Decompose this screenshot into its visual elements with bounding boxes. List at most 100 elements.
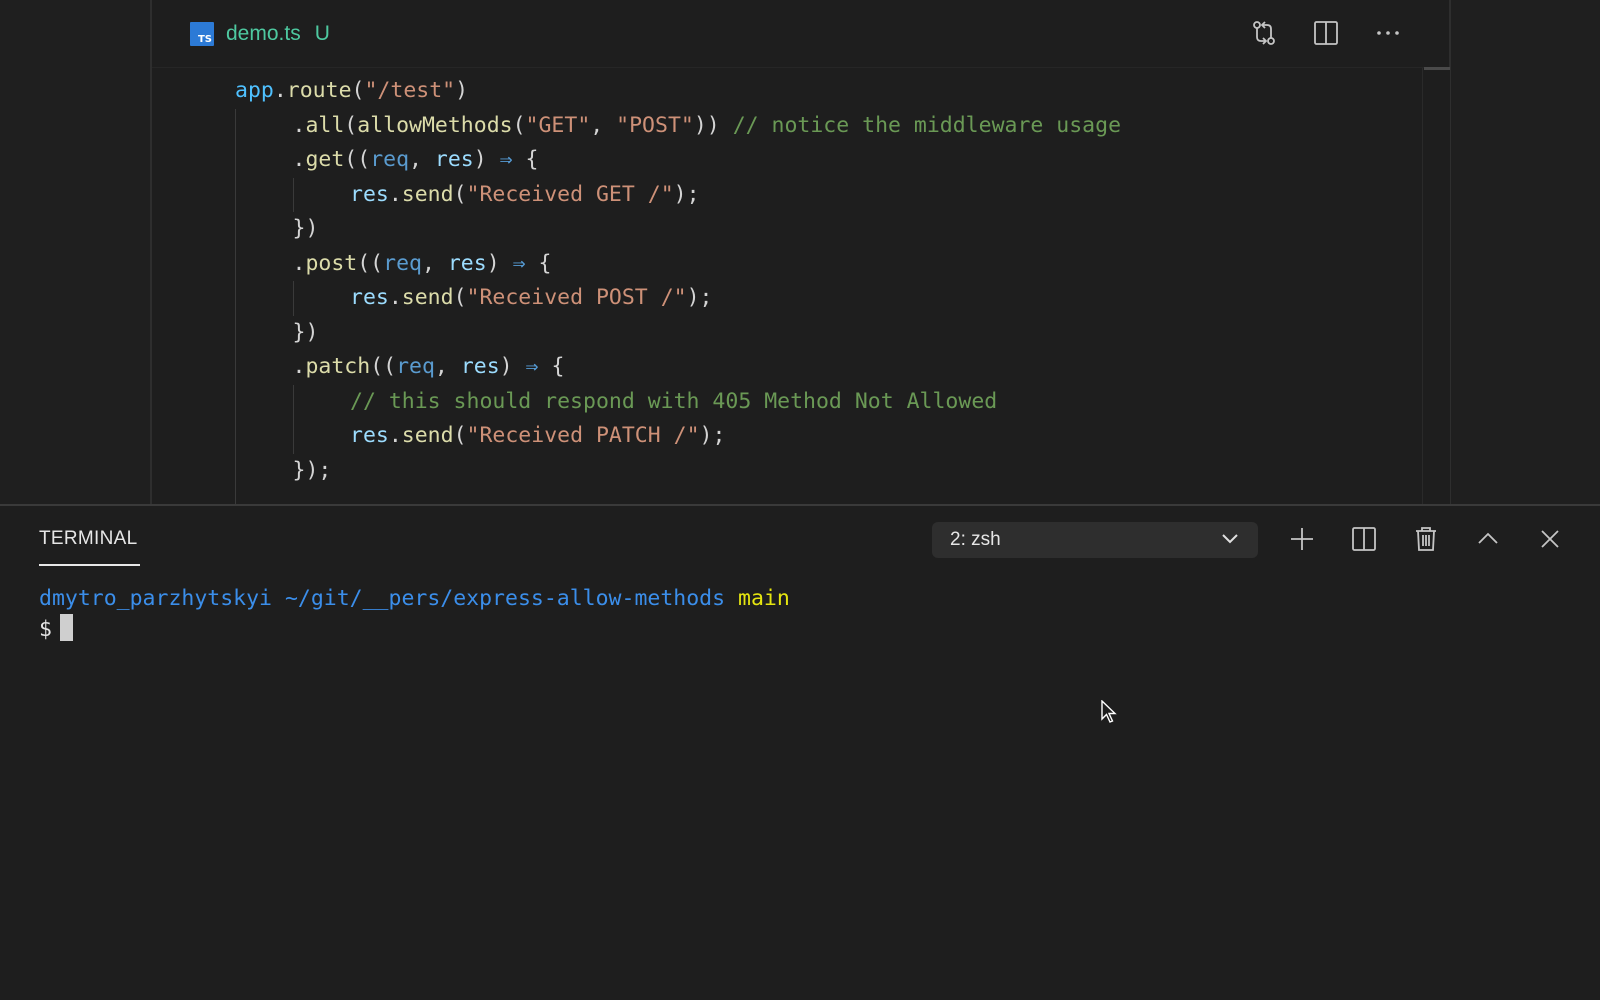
code-line: res.send("Received POST /"); <box>350 281 712 316</box>
chevron-down-icon <box>1220 528 1240 552</box>
code-token: res <box>350 285 389 310</box>
code-token: res <box>350 181 389 207</box>
mouse-pointer-icon <box>1101 699 1117 728</box>
code-token: }); <box>292 457 332 483</box>
code-token: ) <box>455 78 469 103</box>
code-line: .patch((req, res) ⇒ { <box>293 350 565 385</box>
code-token: ( <box>351 78 365 103</box>
code-token: }) <box>292 319 319 345</box>
terminal-select-value: 2: zsh <box>950 529 1001 550</box>
code-token: res <box>434 147 474 172</box>
code-token: )) <box>693 112 733 138</box>
code-token: "POST" <box>616 112 694 138</box>
code-token: { <box>525 250 552 276</box>
code-token: { <box>538 354 565 379</box>
code-token: ( <box>344 112 358 138</box>
code-line: }); <box>293 454 332 489</box>
code-line: app.route("/test") <box>235 74 468 109</box>
tab-git-status: U <box>314 22 330 45</box>
code-token: ( <box>512 112 526 138</box>
code-token: . <box>292 112 306 138</box>
terminal-output[interactable]: dmytro_parzhytskyi ~/git/__pers/express-… <box>39 584 790 645</box>
code-token: "Received PATCH /" <box>466 423 700 448</box>
terminal-path: ~/git/__pers/express-allow-methods <box>284 586 726 611</box>
code-line: res.send("Received GET /"); <box>350 178 700 213</box>
code-line: .post((req, res) ⇒ { <box>293 247 552 282</box>
tab-filename: demo.ts <box>226 22 301 45</box>
code-line: .all(allowMethods("GET", "POST")) // not… <box>293 109 1122 144</box>
code-token: req <box>383 250 422 276</box>
scrollbar-thumb[interactable] <box>1424 67 1450 70</box>
code-token: ); <box>699 423 726 448</box>
right-pane <box>1449 0 1600 504</box>
code-token: patch <box>305 354 371 379</box>
code-token: . <box>388 181 402 207</box>
code-token: , <box>421 250 448 276</box>
code-token: (( <box>370 354 397 379</box>
code-token: ) <box>473 147 500 172</box>
code-token: . <box>292 147 306 172</box>
close-panel-icon[interactable] <box>1535 524 1565 554</box>
more-actions-icon[interactable] <box>1373 18 1403 48</box>
code-token: // this should respond with 405 Method N… <box>350 388 998 414</box>
code-token: ⇒ <box>525 354 539 379</box>
code-token: "Received GET /" <box>466 181 674 207</box>
indent-guide <box>235 108 236 504</box>
code-token: (( <box>344 147 371 172</box>
code-token: res <box>447 250 487 276</box>
code-token: . <box>273 78 287 103</box>
code-token: }) <box>292 216 319 241</box>
split-terminal-icon[interactable] <box>1349 524 1379 554</box>
code-token: ) <box>486 250 513 276</box>
code-token: route <box>286 78 352 103</box>
code-line: // this should respond with 405 Method N… <box>350 385 997 420</box>
code-line: }) <box>293 212 319 247</box>
active-tab-indicator <box>39 564 140 566</box>
code-token: allowMethods <box>357 112 513 138</box>
code-token: req <box>370 147 410 172</box>
code-token: ) <box>499 354 526 379</box>
code-token: ⇒ <box>499 147 513 172</box>
code-token: get <box>305 147 345 172</box>
editor-scrollbar[interactable] <box>1422 68 1450 504</box>
code-token: send <box>401 181 454 207</box>
editor-tab-demo-ts[interactable]: TS demo.ts U <box>190 18 330 50</box>
new-terminal-icon[interactable] <box>1287 524 1317 554</box>
panel-actions <box>1287 524 1565 554</box>
terminal-select[interactable]: 2: zsh <box>932 522 1258 558</box>
terminal-branch: main <box>738 586 790 611</box>
code-token: ); <box>673 181 700 207</box>
code-token: all <box>305 112 345 138</box>
code-token: send <box>401 423 454 448</box>
maximize-panel-icon[interactable] <box>1473 524 1503 554</box>
typescript-file-icon: TS <box>190 22 214 46</box>
code-line: res.send("Received PATCH /"); <box>350 419 725 454</box>
code-token: , <box>434 354 461 379</box>
open-changes-icon[interactable] <box>1249 18 1279 48</box>
code-token: "GET" <box>525 112 591 138</box>
code-token: app <box>235 78 274 103</box>
terminal-user: dmytro_parzhytskyi <box>39 586 272 611</box>
code-token: send <box>401 285 454 310</box>
code-line: }) <box>293 316 319 351</box>
code-token: post <box>305 250 358 276</box>
terminal-prompt: $ <box>39 617 52 642</box>
code-token: . <box>388 423 402 448</box>
kill-terminal-icon[interactable] <box>1411 524 1441 554</box>
code-editor[interactable]: app.route("/test") .all(allowMethods("GET… <box>152 68 1422 504</box>
code-token: , <box>409 147 435 172</box>
code-token: . <box>292 354 306 379</box>
indent-guide <box>292 384 294 454</box>
terminal-panel: TERMINAL 2: zsh dmytro_parzhytskyi ~/git… <box>0 506 1600 1000</box>
tab-terminal[interactable]: TERMINAL <box>39 528 137 550</box>
code-token: ( <box>453 423 467 448</box>
editor-tab-bar: TS demo.ts U <box>152 0 1449 68</box>
left-pane <box>0 0 150 504</box>
code-token: ); <box>686 285 713 310</box>
split-editor-icon[interactable] <box>1311 18 1341 48</box>
indent-guide <box>292 177 294 212</box>
code-token: , <box>590 112 617 138</box>
code-token: . <box>388 285 402 310</box>
code-token: . <box>292 250 306 276</box>
code-token: "/test" <box>364 78 456 103</box>
